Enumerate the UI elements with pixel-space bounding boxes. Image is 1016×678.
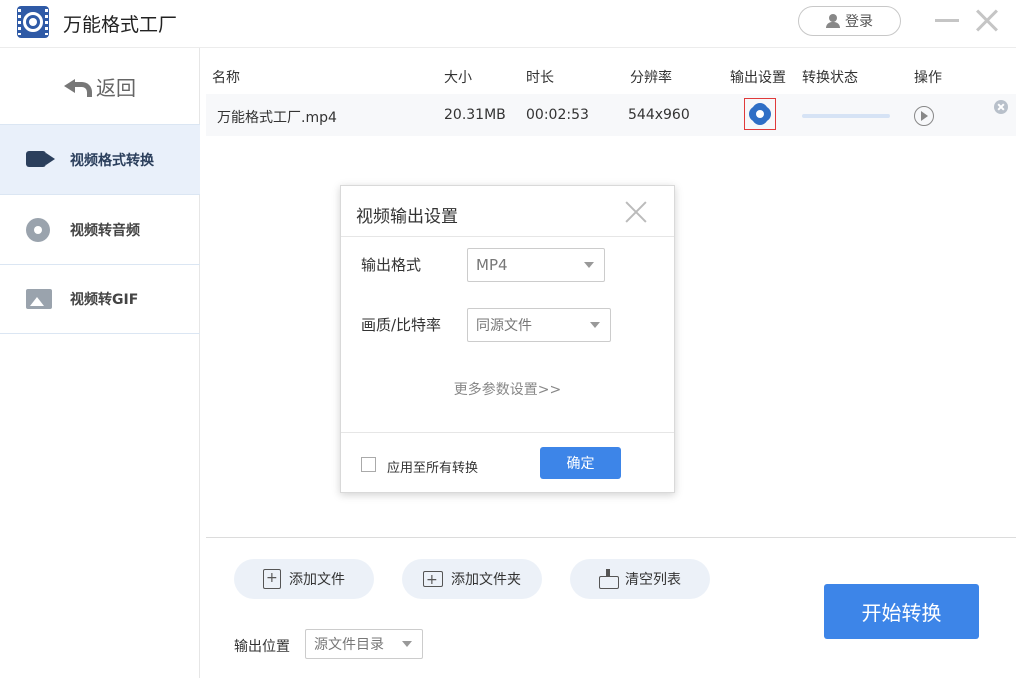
format-label: 输出格式 — [361, 256, 422, 274]
login-button[interactable]: 登录 — [798, 6, 901, 36]
sidebar-item-label: 视频转音频 — [70, 222, 140, 239]
close-icon[interactable] — [975, 8, 999, 32]
column-header-actions: 操作 — [914, 70, 942, 86]
add-folder-button[interactable]: 添加文件夹 — [402, 559, 542, 599]
column-header-size: 大小 — [444, 70, 472, 86]
table-row[interactable]: 万能格式工厂.mp4 20.31MB 00:02:53 544x960 — [206, 94, 1016, 136]
output-location-select[interactable]: 源文件目录 — [305, 629, 423, 659]
column-header-output-settings: 输出设置 — [730, 70, 786, 86]
dialog-title: 视频输出设置 — [356, 207, 458, 227]
sidebar-item-label: 视频格式转换 — [70, 152, 154, 169]
back-button[interactable]: 返回 — [0, 48, 200, 124]
chevron-down-icon — [402, 641, 412, 647]
login-label: 登录 — [845, 14, 873, 30]
user-icon — [826, 14, 840, 28]
back-label: 返回 — [96, 75, 136, 100]
divider — [206, 537, 1016, 538]
apply-all-label: 应用至所有转换 — [387, 461, 479, 476]
add-file-icon — [263, 568, 281, 589]
chevron-down-icon — [584, 262, 594, 268]
output-location-value: 源文件目录 — [314, 637, 384, 653]
quality-select[interactable]: 同源文件 — [467, 308, 611, 342]
dialog-header: 视频输出设置 — [341, 186, 674, 237]
sidebar-item-video-convert[interactable]: 视频格式转换 — [0, 124, 200, 194]
start-convert-button[interactable]: 开始转换 — [824, 584, 979, 639]
audio-disc-icon — [24, 216, 56, 244]
conversion-progress-bar — [802, 114, 890, 118]
dialog-footer-divider — [341, 432, 674, 433]
video-convert-icon — [24, 146, 56, 174]
sidebar-item-video-to-audio[interactable]: 视频转音频 — [0, 194, 200, 264]
chevron-down-icon — [590, 322, 600, 328]
apply-all-checkbox[interactable] — [361, 457, 376, 472]
app-logo-icon — [17, 6, 49, 38]
output-settings-button[interactable] — [744, 98, 776, 130]
column-header-name: 名称 — [212, 70, 240, 86]
close-icon[interactable] — [625, 201, 647, 223]
video-output-settings-dialog: 视频输出设置 输出格式 MP4 画质/比特率 同源文件 更多参数设置>> 应用至… — [340, 185, 675, 493]
output-location-label: 输出位置 — [234, 639, 290, 655]
clear-list-label: 清空列表 — [625, 572, 681, 588]
quality-value: 同源文件 — [476, 318, 532, 334]
column-header-resolution: 分辨率 — [630, 70, 672, 86]
sidebar-item-label: 视频转GIF — [70, 292, 139, 308]
file-duration: 00:02:53 — [526, 107, 589, 123]
gear-icon — [750, 104, 770, 124]
remove-file-icon[interactable] — [994, 100, 1008, 114]
quality-label: 画质/比特率 — [361, 316, 442, 334]
play-icon[interactable] — [914, 106, 934, 126]
broom-icon — [599, 569, 619, 589]
file-list-header: 名称 大小 时长 分辨率 输出设置 转换状态 操作 — [206, 56, 1016, 94]
file-resolution: 544x960 — [628, 107, 690, 123]
clear-list-button[interactable]: 清空列表 — [570, 559, 710, 599]
file-name: 万能格式工厂.mp4 — [217, 110, 337, 126]
output-format-value: MP4 — [476, 256, 508, 274]
column-header-duration: 时长 — [526, 70, 554, 86]
add-file-button[interactable]: 添加文件 — [234, 559, 374, 599]
more-settings-link[interactable]: 更多参数设置>> — [341, 379, 674, 399]
column-header-status: 转换状态 — [802, 70, 858, 86]
sidebar-item-video-to-gif[interactable]: 视频转GIF — [0, 264, 200, 334]
back-arrow-icon — [64, 76, 92, 97]
minimize-icon[interactable] — [935, 8, 959, 32]
file-size: 20.31MB — [444, 107, 506, 123]
add-folder-icon — [423, 570, 443, 590]
confirm-button[interactable]: 确定 — [540, 447, 621, 479]
app-title: 万能格式工厂 — [63, 14, 178, 36]
gif-image-icon — [24, 285, 56, 313]
add-folder-label: 添加文件夹 — [451, 572, 521, 588]
output-format-select[interactable]: MP4 — [467, 248, 605, 282]
title-bar: 万能格式工厂 登录 — [0, 0, 1016, 48]
sidebar: 返回 视频格式转换 视频转音频 视频转GIF — [0, 48, 200, 678]
add-file-label: 添加文件 — [289, 572, 345, 588]
